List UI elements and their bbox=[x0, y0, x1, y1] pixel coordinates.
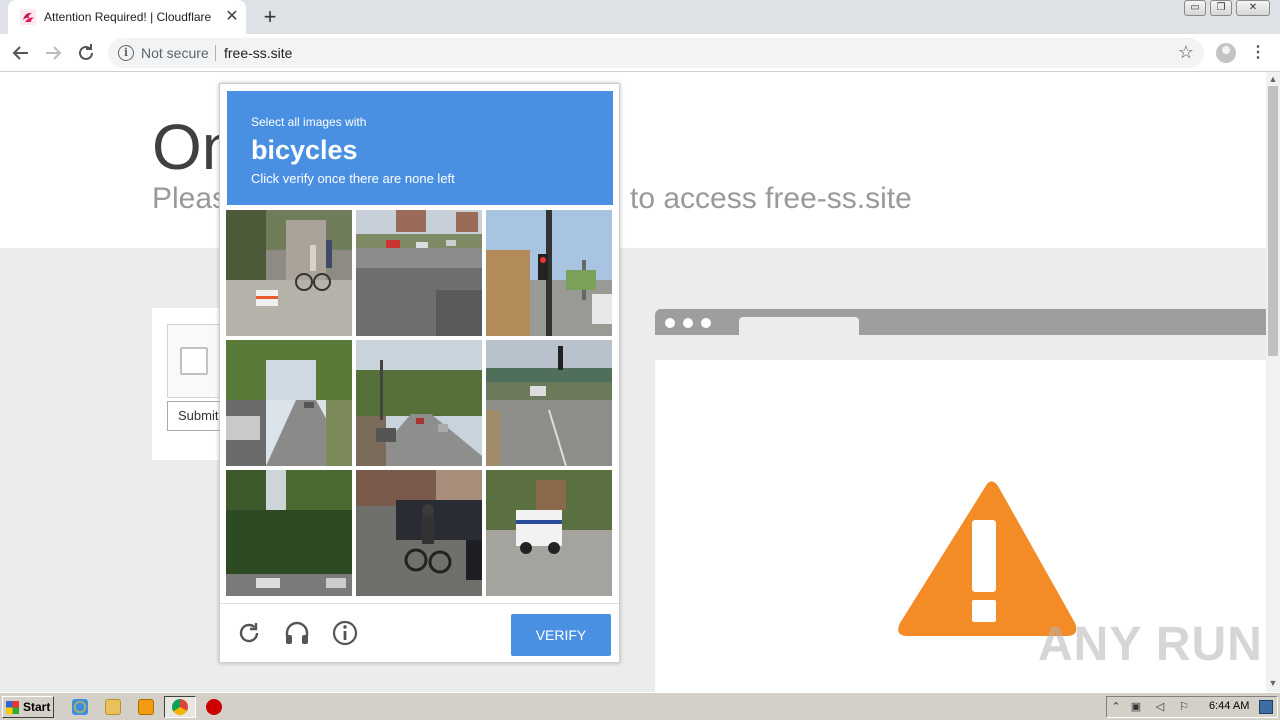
tray-expand-icon[interactable]: ⌃ bbox=[1109, 700, 1123, 714]
recaptcha-checkbox[interactable] bbox=[180, 347, 208, 375]
page-subtitle-right: to access free-ss.site bbox=[630, 182, 912, 215]
web-page: On Pleas to access free-ss.site Submit A… bbox=[0, 72, 1266, 692]
illustration-dot bbox=[683, 318, 693, 328]
illustration-toolbar bbox=[655, 309, 1266, 335]
verify-button[interactable]: VERIFY bbox=[511, 614, 611, 656]
reload-icon[interactable] bbox=[73, 40, 99, 66]
network-icon[interactable]: ▣ bbox=[1129, 700, 1143, 714]
back-icon[interactable] bbox=[8, 40, 34, 66]
folder-icon[interactable] bbox=[105, 699, 121, 715]
challenge-instruction: Select all images with bbox=[251, 115, 367, 129]
omnibox-divider bbox=[215, 45, 216, 61]
chrome-taskbar-button[interactable] bbox=[164, 696, 196, 718]
challenge-footer: VERIFY bbox=[220, 603, 619, 663]
start-button[interactable]: Start bbox=[2, 696, 54, 718]
tab-title: Attention Required! | Cloudflare bbox=[44, 10, 212, 24]
url-text[interactable]: free-ss.site bbox=[224, 45, 292, 61]
challenge-keyword: bicycles bbox=[251, 135, 358, 165]
address-bar[interactable]: i Not secure free-ss.site ☆ bbox=[108, 38, 1204, 68]
windows-taskbar: Start ⌃ ▣ ◁ ⚐ 6:44 AM bbox=[0, 692, 1280, 720]
show-desktop-icon[interactable] bbox=[1259, 700, 1273, 714]
cloudflare-hero: On Pleas to access free-ss.site bbox=[0, 72, 1266, 248]
audio-challenge-icon[interactable] bbox=[282, 618, 312, 648]
security-label: Not secure bbox=[141, 45, 209, 61]
chrome-icon bbox=[172, 699, 188, 715]
browser-titlebar: Attention Required! | Cloudflare ✕ + ▭ ❐… bbox=[0, 0, 1280, 34]
scroll-up-icon[interactable]: ▲ bbox=[1266, 72, 1280, 86]
captcha-tile-1[interactable] bbox=[226, 210, 352, 336]
captcha-tile-8[interactable] bbox=[356, 470, 482, 596]
restore-button[interactable]: ❐ bbox=[1210, 0, 1232, 16]
forward-icon[interactable] bbox=[40, 40, 66, 66]
browser-menu-icon[interactable]: ⋮ bbox=[1250, 42, 1266, 62]
help-info-icon[interactable] bbox=[330, 618, 360, 648]
minimize-button[interactable]: ▭ bbox=[1184, 0, 1206, 16]
cloudflare-favicon-icon bbox=[20, 9, 36, 25]
browser-tab[interactable]: Attention Required! | Cloudflare ✕ bbox=[8, 0, 246, 34]
captcha-tile-2[interactable] bbox=[356, 210, 482, 336]
volume-icon[interactable]: ◁ bbox=[1153, 700, 1167, 714]
media-player-icon[interactable] bbox=[138, 699, 154, 715]
scroll-down-icon[interactable]: ▼ bbox=[1266, 676, 1280, 690]
captcha-tile-7[interactable] bbox=[226, 470, 352, 596]
image-grid bbox=[226, 210, 614, 598]
illustration-tab bbox=[739, 317, 859, 335]
start-label: Start bbox=[23, 700, 51, 714]
captcha-tile-3[interactable] bbox=[486, 210, 612, 336]
action-center-flag-icon[interactable]: ⚐ bbox=[1177, 700, 1191, 714]
illustration-dot bbox=[701, 318, 711, 328]
bookmark-star-icon[interactable]: ☆ bbox=[1178, 42, 1194, 63]
captcha-tile-4[interactable] bbox=[226, 340, 352, 466]
scroll-thumb[interactable] bbox=[1268, 86, 1278, 356]
recaptcha-challenge: Select all images with bicycles Click ve… bbox=[219, 83, 620, 663]
site-info-icon[interactable]: i bbox=[118, 45, 134, 61]
illustration-dot bbox=[665, 318, 675, 328]
challenge-hint: Click verify once there are none left bbox=[251, 171, 455, 186]
page-subtitle-left: Pleas bbox=[152, 182, 228, 215]
captcha-tile-5[interactable] bbox=[356, 340, 482, 466]
browser-toolbar: i Not secure free-ss.site ☆ ⋮ bbox=[0, 34, 1280, 72]
page-scrollbar[interactable]: ▲ ▼ bbox=[1266, 72, 1280, 692]
new-tab-button[interactable]: + bbox=[258, 5, 282, 29]
windows-logo-icon bbox=[6, 701, 19, 714]
captcha-tile-6[interactable] bbox=[486, 340, 612, 466]
system-tray: ⌃ ▣ ◁ ⚐ 6:44 AM bbox=[1106, 696, 1278, 718]
close-window-button[interactable]: ✕ bbox=[1236, 0, 1270, 16]
antivirus-icon[interactable] bbox=[206, 699, 222, 715]
profile-avatar-icon[interactable] bbox=[1216, 43, 1236, 63]
challenge-header: Select all images with bicycles Click ve… bbox=[227, 91, 613, 205]
internet-explorer-icon[interactable] bbox=[72, 699, 88, 715]
tab-close-icon[interactable]: ✕ bbox=[222, 7, 242, 27]
anyrun-watermark: ANY RUN bbox=[1038, 618, 1263, 671]
reload-challenge-icon[interactable] bbox=[234, 618, 264, 648]
captcha-tile-9[interactable] bbox=[486, 470, 612, 596]
taskbar-clock[interactable]: 6:44 AM bbox=[1209, 700, 1249, 712]
